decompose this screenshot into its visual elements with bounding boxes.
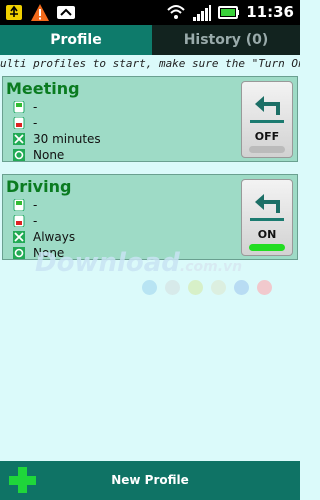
repeat-icon <box>13 149 25 161</box>
scrolling-hint: ulti profiles to start, make sure the "T… <box>0 55 300 73</box>
battery-icon <box>218 6 240 19</box>
watermark: Download.com.vn <box>35 248 242 278</box>
usb-icon <box>6 5 22 20</box>
turn-arrow-icon <box>255 194 280 213</box>
tab-bar: Profile History (0) <box>0 25 300 55</box>
profile-row-value: Always <box>33 230 76 244</box>
download-icon <box>57 6 75 19</box>
dot <box>234 280 249 295</box>
watermark-main: Download <box>35 248 180 278</box>
turn-arrow-icon <box>255 96 280 115</box>
toggle-label: ON <box>257 228 277 241</box>
clock: 11:36 <box>246 3 294 21</box>
duration-icon <box>13 133 25 145</box>
green-indicator-icon <box>13 101 25 113</box>
toggle-button-driving[interactable]: ON <box>241 179 293 256</box>
profile-row-value: 30 minutes <box>33 132 101 146</box>
profile-row-value: - <box>33 116 38 130</box>
tab-history[interactable]: History (0) <box>152 25 300 55</box>
dot <box>165 280 180 295</box>
tab-profile[interactable]: Profile <box>0 25 152 55</box>
dot <box>142 280 157 295</box>
profile-row-value: - <box>33 198 38 212</box>
dot <box>257 280 272 295</box>
dot <box>188 280 203 295</box>
wifi-icon <box>167 5 185 19</box>
toggle-button-meeting[interactable]: OFF <box>241 81 293 158</box>
profile-card-meeting[interactable]: Meeting - - 30 minutes None OFF <box>2 76 298 162</box>
signal-icon <box>193 5 212 21</box>
decorative-dots <box>142 280 272 295</box>
profile-name: Meeting <box>6 79 80 98</box>
watermark-suffix: .com.vn <box>179 259 243 275</box>
warning-icon <box>31 4 49 21</box>
profile-row-value: None <box>33 148 65 162</box>
profile-row-value: - <box>33 100 38 114</box>
red-indicator-icon <box>13 117 25 129</box>
divider <box>250 218 284 221</box>
duration-icon <box>13 231 25 243</box>
toggle-label: OFF <box>254 130 280 143</box>
divider <box>250 120 284 123</box>
green-indicator-icon <box>13 199 25 211</box>
profile-row-value: - <box>33 214 38 228</box>
red-indicator-icon <box>13 215 25 227</box>
profile-name: Driving <box>6 177 72 196</box>
status-bar: 11:36 <box>0 0 300 25</box>
new-profile-label: New Profile <box>111 473 189 487</box>
dot <box>211 280 226 295</box>
toggle-indicator <box>249 146 285 153</box>
toggle-indicator <box>249 244 285 251</box>
new-profile-button[interactable]: New Profile <box>0 461 300 500</box>
repeat-icon <box>13 247 25 259</box>
